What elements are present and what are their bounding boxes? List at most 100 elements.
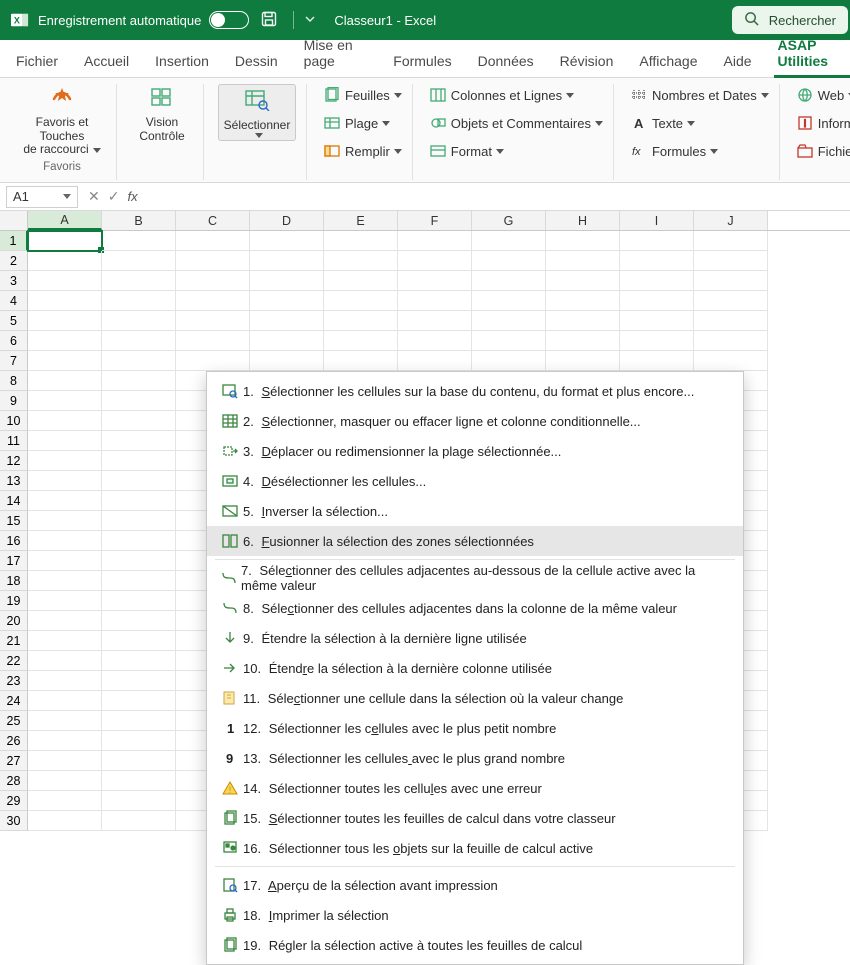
- cell[interactable]: [472, 351, 546, 371]
- cell[interactable]: [398, 271, 472, 291]
- cell[interactable]: [102, 771, 176, 791]
- cell[interactable]: [28, 371, 102, 391]
- cell[interactable]: [102, 371, 176, 391]
- cell[interactable]: [250, 351, 324, 371]
- qat-customize-icon[interactable]: [304, 13, 316, 28]
- menu-item-19[interactable]: 19. Régler la sélection active à toutes …: [207, 930, 743, 960]
- cell[interactable]: [176, 291, 250, 311]
- column-header[interactable]: B: [102, 211, 176, 230]
- tab-mise-en-page[interactable]: Mise en page: [302, 37, 370, 77]
- row-header[interactable]: 10: [0, 411, 28, 431]
- formules-button[interactable]: fxFormules: [628, 140, 769, 162]
- formula-input[interactable]: [142, 186, 850, 208]
- cell[interactable]: [28, 391, 102, 411]
- menu-item-3[interactable]: 3. Déplacer ou redimensionner la plage s…: [207, 436, 743, 466]
- column-header[interactable]: D: [250, 211, 324, 230]
- cell[interactable]: [28, 611, 102, 631]
- tab-révision[interactable]: Révision: [558, 53, 616, 77]
- remplir-button[interactable]: Remplir: [321, 140, 402, 162]
- cell[interactable]: [694, 271, 768, 291]
- cell[interactable]: [28, 571, 102, 591]
- colonnes-lignes-button[interactable]: Colonnes et Lignes: [427, 84, 603, 106]
- cell[interactable]: [324, 231, 398, 251]
- column-header[interactable]: C: [176, 211, 250, 230]
- cell[interactable]: [620, 311, 694, 331]
- cell[interactable]: [28, 531, 102, 551]
- cell[interactable]: [620, 291, 694, 311]
- cell[interactable]: [620, 351, 694, 371]
- cell[interactable]: [102, 791, 176, 811]
- menu-item-18[interactable]: 18. Imprimer la sélection: [207, 900, 743, 930]
- row-header[interactable]: 30: [0, 811, 28, 831]
- cell[interactable]: [28, 451, 102, 471]
- cell[interactable]: [102, 251, 176, 271]
- cell[interactable]: [28, 591, 102, 611]
- cell[interactable]: [398, 311, 472, 331]
- column-header[interactable]: E: [324, 211, 398, 230]
- cell[interactable]: [546, 351, 620, 371]
- cell[interactable]: [28, 251, 102, 271]
- format-button[interactable]: Format: [427, 140, 603, 162]
- tab-données[interactable]: Données: [476, 53, 536, 77]
- cell[interactable]: [324, 251, 398, 271]
- cell[interactable]: [472, 291, 546, 311]
- row-header[interactable]: 8: [0, 371, 28, 391]
- selectionner-button[interactable]: Sélectionner: [218, 84, 296, 141]
- cell[interactable]: [250, 251, 324, 271]
- cell[interactable]: [28, 311, 102, 331]
- cell[interactable]: [28, 651, 102, 671]
- row-header[interactable]: 21: [0, 631, 28, 651]
- select-all-corner[interactable]: [0, 211, 28, 230]
- cell[interactable]: [694, 331, 768, 351]
- cell[interactable]: [28, 471, 102, 491]
- tab-accueil[interactable]: Accueil: [82, 53, 131, 77]
- menu-item-9[interactable]: 9. Étendre la sélection à la dernière li…: [207, 623, 743, 653]
- row-header[interactable]: 22: [0, 651, 28, 671]
- cell[interactable]: [546, 231, 620, 251]
- cell[interactable]: [546, 311, 620, 331]
- tab-affichage[interactable]: Affichage: [637, 53, 699, 77]
- cell[interactable]: [250, 311, 324, 331]
- cell[interactable]: [28, 671, 102, 691]
- objets-commentaires-button[interactable]: Objets et Commentaires: [427, 112, 603, 134]
- name-box[interactable]: A1: [6, 186, 78, 208]
- tab-fichier[interactable]: Fichier: [14, 53, 60, 77]
- enter-icon[interactable]: ✓: [108, 188, 120, 205]
- cell[interactable]: [102, 431, 176, 451]
- cell[interactable]: [102, 411, 176, 431]
- row-header[interactable]: 27: [0, 751, 28, 771]
- cell[interactable]: [176, 311, 250, 331]
- tab-asap-utilities[interactable]: ASAP Utilities: [776, 37, 850, 77]
- save-icon[interactable]: [261, 11, 277, 30]
- cell[interactable]: [102, 811, 176, 831]
- cell[interactable]: [28, 771, 102, 791]
- cell[interactable]: [620, 251, 694, 271]
- cell[interactable]: [398, 291, 472, 311]
- cell[interactable]: [102, 351, 176, 371]
- column-header[interactable]: G: [472, 211, 546, 230]
- cell[interactable]: [176, 331, 250, 351]
- tab-aide[interactable]: Aide: [722, 53, 754, 77]
- cell[interactable]: [472, 231, 546, 251]
- cell[interactable]: [28, 511, 102, 531]
- column-header[interactable]: J: [694, 211, 768, 230]
- cell[interactable]: [102, 691, 176, 711]
- cell[interactable]: [28, 551, 102, 571]
- row-header[interactable]: 5: [0, 311, 28, 331]
- feuilles-button[interactable]: Feuilles: [321, 84, 402, 106]
- row-header[interactable]: 11: [0, 431, 28, 451]
- cell[interactable]: [102, 311, 176, 331]
- vision-controle-button[interactable]: Vision Contrôle: [131, 84, 193, 143]
- menu-item-1[interactable]: 1. Sélectionner les cellules sur la base…: [207, 376, 743, 406]
- cell[interactable]: [250, 331, 324, 351]
- row-header[interactable]: 16: [0, 531, 28, 551]
- row-header[interactable]: 20: [0, 611, 28, 631]
- cell[interactable]: [102, 391, 176, 411]
- cell[interactable]: [398, 351, 472, 371]
- cell[interactable]: [102, 711, 176, 731]
- cell[interactable]: [176, 251, 250, 271]
- cell[interactable]: [28, 491, 102, 511]
- cell[interactable]: [28, 271, 102, 291]
- cell[interactable]: [102, 511, 176, 531]
- row-header[interactable]: 9: [0, 391, 28, 411]
